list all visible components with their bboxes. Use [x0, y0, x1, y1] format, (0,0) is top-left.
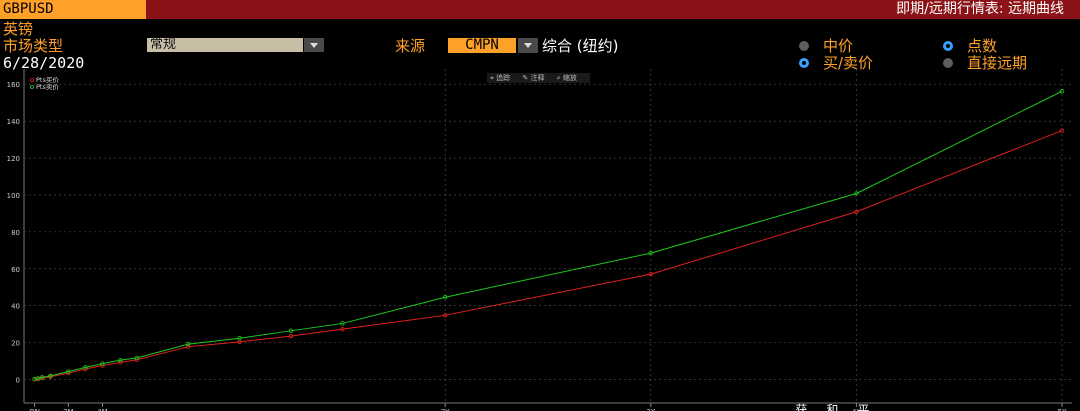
- function-title: 即期/远期行情表: 远期曲线: [896, 1, 1064, 17]
- y-tick-label: 0: [16, 377, 20, 385]
- series-layer: [32, 89, 1065, 382]
- source-dropdown-icon[interactable]: [518, 38, 538, 53]
- source-field[interactable]: CMPN: [448, 38, 516, 53]
- mid-radio-label[interactable]: 中价: [823, 37, 853, 55]
- y-tick-label: 140: [7, 118, 20, 126]
- y-tick-label: 40: [11, 303, 20, 311]
- market-type-label: 市场类型: [3, 37, 64, 55]
- legend: Pts买价Pts卖价: [29, 76, 59, 91]
- bid-ask-radio-icon[interactable]: [799, 58, 809, 68]
- points-radio-icon[interactable]: [943, 41, 953, 51]
- grid-lines: [23, 69, 1072, 404]
- forward-curve-chart: 020406080100120140160 ON2M4M2Y3Y4Y5Y Pts…: [7, 69, 1072, 411]
- y-tick-label: 100: [7, 192, 20, 200]
- currency-name: 英镑: [3, 20, 34, 38]
- y-tick-label: 120: [7, 155, 20, 163]
- legend-label: Pts卖价: [36, 83, 59, 91]
- source-description: 综合 (纽约): [542, 37, 619, 55]
- y-tick-label: 60: [11, 266, 20, 274]
- points-radio-label[interactable]: 点数: [967, 37, 997, 55]
- source-label: 来源: [395, 37, 426, 55]
- mid-radio-icon[interactable]: [799, 41, 809, 51]
- series-line: [34, 90, 1063, 380]
- zoom-tool[interactable]: ⌕ 缩放: [557, 74, 582, 82]
- legend-marker: [29, 84, 34, 89]
- annotate-tool[interactable]: ✎ 注释: [522, 74, 549, 82]
- chart-toolbar: ⌖ 追踪 ✎ 注释 ⌕ 缩放: [487, 73, 590, 83]
- market-type-select[interactable]: 常规: [147, 38, 303, 52]
- legend-marker: [29, 77, 34, 82]
- market-type-dropdown-icon[interactable]: [304, 38, 324, 52]
- outright-radio-icon[interactable]: [943, 58, 953, 68]
- footer-partial-text: ... 获 ... 和 ... 平 ...: [780, 403, 885, 411]
- y-axis: 0 20 40 60 80 100 120 140 160: [7, 81, 20, 384]
- y-tick-label: 160: [7, 81, 20, 89]
- security-ticker[interactable]: GBPUSD: [0, 0, 146, 19]
- track-tool[interactable]: ⌖ 追踪: [490, 74, 515, 82]
- y-tick-label: 20: [11, 340, 20, 348]
- y-tick-label: 80: [11, 229, 20, 237]
